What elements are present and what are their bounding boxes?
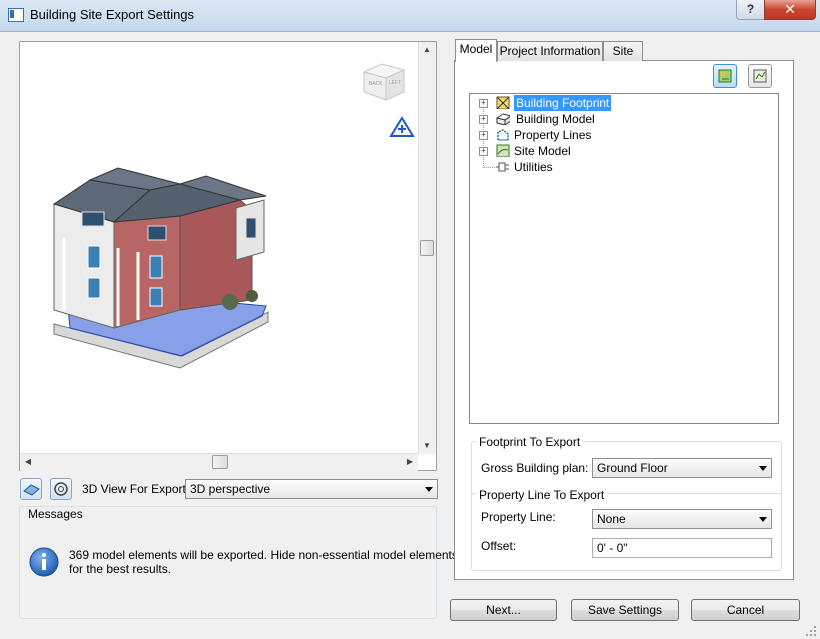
viewcube-icon[interactable]: BACK LEFT [360, 58, 408, 104]
3d-view-label: 3D View For Export: [82, 482, 190, 496]
horizontal-scroll-thumb[interactable] [212, 455, 228, 469]
building-model-render [52, 167, 269, 369]
offset-input[interactable]: 0' - 0" [592, 538, 772, 558]
chevron-down-icon [759, 517, 767, 522]
tree-item-building-model[interactable]: + Building Model [474, 111, 774, 127]
3d-view-select-value: 3D perspective [190, 482, 271, 496]
info-icon [29, 547, 59, 577]
element-settings-icon [718, 69, 732, 83]
tree-item-building-footprint[interactable]: + Building Footprint [474, 95, 774, 111]
save-settings-button[interactable]: Save Settings [571, 599, 679, 621]
export-tree[interactable]: + Building Footprint + Building Model + … [469, 93, 779, 424]
messages-legend: Messages [25, 507, 86, 521]
tree-item-property-lines[interactable]: + Property Lines [474, 127, 774, 143]
viewcube-face-left: LEFT [389, 80, 401, 86]
utilities-icon [496, 162, 509, 172]
close-button[interactable]: ✕ [764, 0, 816, 20]
viewcube-face-back: BACK [369, 81, 383, 87]
site-plane-button[interactable] [20, 478, 42, 500]
footprint-to-export-legend: Footprint To Export [476, 435, 584, 449]
scroll-up-arrow-icon[interactable]: ▲ [420, 44, 434, 56]
tree-item-label: Property Lines [514, 128, 592, 142]
property-settings-button[interactable] [748, 64, 772, 88]
footprint-icon [496, 96, 510, 109]
chevron-down-icon [425, 487, 433, 492]
tree-item-label: Utilities [514, 160, 553, 174]
element-settings-button[interactable] [713, 64, 737, 88]
app-icon [8, 8, 24, 22]
tab-model[interactable]: Model [455, 39, 497, 62]
navigation-wheel-icon[interactable] [389, 116, 415, 138]
gross-building-plan-select[interactable]: Ground Floor [592, 458, 772, 478]
3d-view-select[interactable]: 3D perspective [185, 479, 438, 499]
tree-item-utilities[interactable]: Utilities [474, 159, 774, 175]
message-line-1: 369 model elements will be exported. Hid… [69, 548, 458, 562]
expand-icon[interactable]: + [479, 115, 488, 124]
help-button[interactable]: ? [736, 0, 765, 20]
expand-icon[interactable]: + [479, 131, 488, 140]
message-line-2: for the best results. [69, 562, 172, 576]
building-model-icon [496, 113, 510, 125]
vertical-scroll-thumb[interactable] [420, 240, 434, 256]
expand-icon[interactable]: + [479, 147, 488, 156]
scroll-down-arrow-icon[interactable]: ▼ [420, 440, 434, 452]
gross-building-plan-value: Ground Floor [597, 461, 668, 475]
property-lines-icon [497, 129, 509, 141]
site-model-icon [496, 144, 510, 157]
zoom-extents-icon [54, 482, 68, 496]
tree-item-site-model[interactable]: + Site Model [474, 143, 774, 159]
property-settings-icon [753, 69, 767, 83]
window-title: Building Site Export Settings [30, 7, 195, 22]
property-line-label: Property Line: [481, 510, 556, 524]
property-line-to-export-legend: Property Line To Export [476, 488, 608, 502]
offset-label: Offset: [481, 539, 517, 553]
site-plane-icon [23, 484, 40, 496]
scroll-right-arrow-icon[interactable]: ▶ [404, 456, 416, 468]
property-line-value: None [597, 512, 626, 526]
scroll-left-arrow-icon[interactable]: ◀ [22, 456, 34, 468]
expand-icon[interactable]: + [479, 99, 488, 108]
cancel-button[interactable]: Cancel [691, 599, 800, 621]
tree-item-label: Building Footprint [514, 95, 612, 111]
zoom-extents-button[interactable] [50, 478, 72, 500]
resize-grip-icon[interactable] [806, 626, 818, 638]
chevron-down-icon [759, 466, 767, 471]
tab-project-information[interactable]: Project Information [497, 41, 603, 61]
next-button[interactable]: Next... [450, 599, 557, 621]
tree-item-label: Site Model [514, 144, 571, 158]
property-line-select[interactable]: None [592, 509, 772, 529]
gross-building-plan-label: Gross Building plan: [481, 461, 589, 475]
tree-item-label: Building Model [516, 112, 595, 126]
tab-site[interactable]: Site [603, 41, 643, 61]
